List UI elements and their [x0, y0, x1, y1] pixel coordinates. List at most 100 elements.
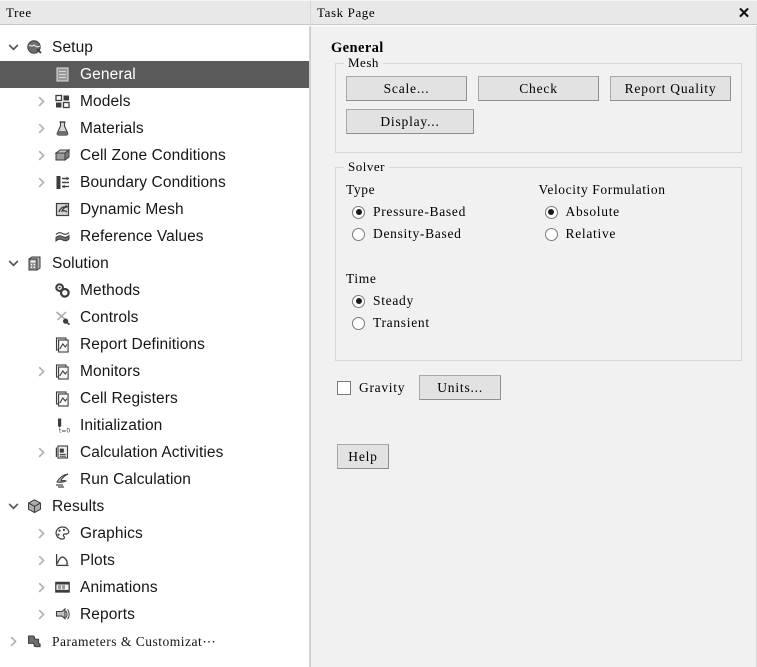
- close-icon[interactable]: ✕: [731, 1, 757, 24]
- task-page-header: Task Page ✕: [310, 0, 757, 25]
- tree-item-label: Methods: [80, 281, 141, 299]
- chevron-right-icon[interactable]: [32, 447, 50, 458]
- tree-item-label: Cell Zone Conditions: [80, 146, 226, 164]
- tree-item-run-calculation[interactable]: Run Calculation: [0, 466, 309, 493]
- mesh-button-row-2: Display...: [346, 109, 731, 134]
- tree-scroll-area[interactable]: Setup General Models Materials Cell Zone Con…: [0, 26, 310, 667]
- tree-item-plots[interactable]: Plots: [0, 547, 309, 574]
- tree-item-label: Graphics: [80, 524, 143, 542]
- tree-item-controls[interactable]: Controls: [0, 304, 309, 331]
- solver-time-radio[interactable]: [352, 316, 365, 330]
- tree-item-label: General: [80, 65, 136, 83]
- solver-time-label: Time: [346, 271, 377, 286]
- cell-zone-box-icon: [50, 147, 74, 164]
- solver-time-radio-group: Steady Transient: [346, 290, 731, 334]
- chevron-right-icon[interactable]: [32, 582, 50, 593]
- velocity-formulation-label: Relative: [565, 226, 617, 241]
- tree-item-reports[interactable]: Reports: [0, 601, 309, 628]
- tree-item-methods[interactable]: Methods: [0, 277, 309, 304]
- tree-item-dynamic-mesh[interactable]: Dynamic Mesh: [0, 196, 309, 223]
- chevron-down-icon[interactable]: [4, 258, 22, 269]
- task-page-body: General Mesh Scale... Check Report Quali…: [310, 26, 757, 667]
- models-icon: [50, 93, 74, 110]
- solver-time-option[interactable]: Steady: [346, 290, 731, 312]
- solver-type-option[interactable]: Pressure-Based: [346, 201, 539, 223]
- tree-item-label: Solution: [52, 254, 109, 272]
- solver-type-label: Pressure-Based: [373, 204, 467, 219]
- solver-type-radio[interactable]: [352, 205, 365, 219]
- tree-item-label: Calculation Activities: [80, 443, 224, 461]
- tree-item-boundary-conditions[interactable]: Boundary Conditions: [0, 169, 309, 196]
- tree-item-label: Models: [80, 92, 131, 110]
- check-button[interactable]: Check: [478, 76, 599, 101]
- velocity-formulation-radio[interactable]: [544, 227, 558, 241]
- tree-item-solution[interactable]: Solution: [0, 250, 309, 277]
- chevron-right-icon[interactable]: [32, 555, 50, 566]
- tree-item-monitors[interactable]: Monitors: [0, 358, 309, 385]
- velocity-formulation-column: Velocity Formulation Absolute Relative: [539, 180, 732, 245]
- run-calculation-icon: [50, 471, 74, 488]
- tree-item-calculation-activities[interactable]: Calculation Activities: [0, 439, 309, 466]
- chevron-right-icon[interactable]: [4, 636, 22, 647]
- tree-item-cell-zone-conditions[interactable]: Cell Zone Conditions: [0, 142, 309, 169]
- tree-item-cell-registers[interactable]: Cell Registers: [0, 385, 309, 412]
- chevron-down-icon[interactable]: [4, 501, 22, 512]
- solver-columns: Type Pressure-Based Density-Based Velocit…: [346, 180, 731, 245]
- mesh-group: Mesh Scale... Check Report Quality Displ…: [335, 55, 742, 153]
- general-icon: [50, 66, 74, 83]
- reference-values-icon: [50, 228, 74, 245]
- tree-item-animations[interactable]: Animations: [0, 574, 309, 601]
- chevron-down-icon[interactable]: [4, 42, 22, 53]
- tree-item-label: Boundary Conditions: [80, 173, 226, 191]
- chevron-right-icon[interactable]: [32, 609, 50, 620]
- tree-item-general[interactable]: General: [0, 61, 309, 88]
- solver-type-option[interactable]: Density-Based: [346, 223, 539, 245]
- animations-film-icon: [50, 579, 74, 596]
- solver-time-radio[interactable]: [352, 294, 365, 308]
- tree-item-initialization[interactable]: t=0 Initialization: [0, 412, 309, 439]
- chevron-right-icon[interactable]: [32, 123, 50, 134]
- help-button[interactable]: Help: [337, 444, 389, 469]
- units-button[interactable]: Units...: [419, 375, 502, 400]
- velocity-radio-group: Absolute Relative: [539, 201, 732, 245]
- tree-item-label: Controls: [80, 308, 139, 326]
- solver-group: Solver Type Pressure-Based Density-Based …: [335, 159, 742, 361]
- scale-button[interactable]: Scale...: [346, 76, 467, 101]
- solver-time-label: Transient: [373, 315, 430, 330]
- solution-icon: [22, 255, 46, 272]
- solver-time-option[interactable]: Transient: [346, 312, 731, 334]
- velocity-formulation-option[interactable]: Relative: [539, 223, 732, 245]
- tree-item-report-definitions[interactable]: Report Definitions: [0, 331, 309, 358]
- display-button[interactable]: Display...: [346, 109, 474, 134]
- chevron-right-icon[interactable]: [32, 96, 50, 107]
- calculation-activities-icon: [50, 444, 74, 461]
- report-quality-button[interactable]: Report Quality: [610, 76, 731, 101]
- gravity-row: Gravity Units...: [337, 375, 742, 400]
- solver-type-radio-group: Pressure-Based Density-Based: [346, 201, 539, 245]
- chevron-right-icon[interactable]: [32, 177, 50, 188]
- tree-item-results[interactable]: Results: [0, 493, 309, 520]
- fluent-window: Tree Setup General Models Materials Cell Zon…: [0, 0, 757, 667]
- chevron-right-icon[interactable]: [32, 150, 50, 161]
- tree-item-parameters-customizat[interactable]: Parameters & Customizat⋯: [0, 628, 309, 655]
- solver-type-column: Type Pressure-Based Density-Based: [346, 180, 539, 245]
- tree-item-reference-values[interactable]: Reference Values: [0, 223, 309, 250]
- tree-panel-header: Tree: [0, 0, 310, 25]
- tree-item-label: Setup: [52, 38, 94, 56]
- tree-item-label: Materials: [80, 119, 144, 137]
- solver-type-radio[interactable]: [352, 227, 365, 241]
- page-title: General: [331, 40, 384, 56]
- chevron-right-icon[interactable]: [32, 528, 50, 539]
- gravity-checkbox[interactable]: [337, 380, 351, 395]
- velocity-formulation-label: Absolute: [565, 204, 620, 219]
- tree-item-graphics[interactable]: Graphics: [0, 520, 309, 547]
- tree-item-label: Parameters & Customizat⋯: [52, 633, 217, 649]
- velocity-formulation-radio[interactable]: [544, 205, 558, 219]
- tree-item-materials[interactable]: Materials: [0, 115, 309, 142]
- tree-item-models[interactable]: Models: [0, 88, 309, 115]
- tree-item-label: Run Calculation: [80, 470, 191, 488]
- tree-item-setup[interactable]: Setup: [0, 34, 309, 61]
- chevron-right-icon[interactable]: [32, 366, 50, 377]
- materials-flask-icon: [50, 120, 74, 137]
- velocity-formulation-option[interactable]: Absolute: [539, 201, 732, 223]
